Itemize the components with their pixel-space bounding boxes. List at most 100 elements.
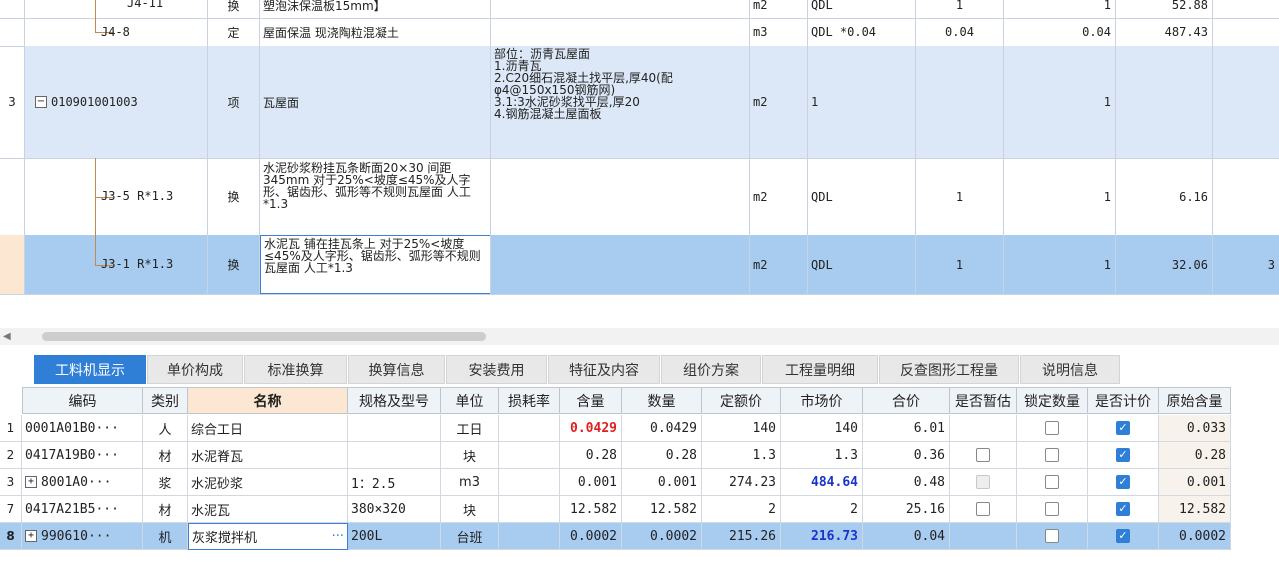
- tab-pricing-scheme[interactable]: 组价方案: [661, 355, 761, 384]
- est-cell[interactable]: [950, 469, 1017, 496]
- col-quantity[interactable]: 数量: [622, 387, 702, 414]
- table-row-selected[interactable]: J3-1 R*1.3 换 水泥瓦 铺在挂瓦条上 对于25%<坡度≤45%及人字形…: [0, 235, 1279, 295]
- horizontal-scrollbar[interactable]: ◀: [0, 328, 1279, 345]
- priced-cell[interactable]: ✓: [1088, 469, 1159, 496]
- spec-cell[interactable]: [348, 442, 441, 469]
- code-cell[interactable]: J4-8: [25, 18, 208, 46]
- spec-cell[interactable]: 1：2.5: [348, 469, 441, 496]
- lock-cell[interactable]: [1017, 523, 1088, 550]
- lock-checkbox[interactable]: [1045, 448, 1059, 462]
- expr-cell[interactable]: QDL *0.04: [808, 18, 916, 46]
- name-cell[interactable]: 屋面保温 现浇陶粒混凝土: [260, 18, 491, 46]
- name-cell[interactable]: 水泥砂浆: [188, 469, 348, 496]
- market-cell[interactable]: 2: [781, 496, 863, 523]
- name-cell[interactable]: 水泥脊瓦: [188, 442, 348, 469]
- table-row[interactable]: J3-5 R*1.3 换 水泥砂浆粉挂瓦条断面20×30 间距345mm 对于2…: [0, 158, 1279, 236]
- col-original-content[interactable]: 原始含量: [1159, 387, 1231, 414]
- name-cell[interactable]: 瓦屋面: [260, 46, 491, 158]
- col-lock-qty[interactable]: 锁定数量: [1017, 387, 1088, 414]
- col-content[interactable]: 含量: [560, 387, 622, 414]
- col-category[interactable]: 类别: [143, 387, 188, 414]
- est-cell[interactable]: [950, 496, 1017, 523]
- tab-standard-conversion[interactable]: 标准换算: [244, 355, 347, 384]
- col-name[interactable]: 名称: [188, 387, 348, 414]
- col-spec[interactable]: 规格及型号: [348, 387, 441, 414]
- market-cell[interactable]: 216.73: [781, 523, 863, 550]
- market-cell[interactable]: 484.64: [781, 469, 863, 496]
- col-quota-price[interactable]: 定额价: [702, 387, 781, 414]
- table-row-selected[interactable]: +990610··· 机 灰浆搅拌机 ··· 200L 台班 0.0002 0.0002 215…: [22, 523, 1231, 550]
- code-cell[interactable]: J3-1 R*1.3: [25, 235, 208, 294]
- col-priced[interactable]: 是否计价: [1088, 387, 1159, 414]
- table-row[interactable]: +8001A0··· 浆 水泥砂浆 1：2.5 m3 0.001 0.001 274.23 48…: [22, 469, 1231, 496]
- scroll-left-icon[interactable]: ◀: [3, 331, 11, 342]
- priced-cell[interactable]: ✓: [1088, 415, 1159, 442]
- lock-cell[interactable]: [1017, 415, 1088, 442]
- lock-checkbox[interactable]: [1045, 421, 1059, 435]
- table-row[interactable]: 0001A01B0··· 人 综合工日 工日 0.0429 0.0429 140 140 6.0…: [22, 415, 1231, 442]
- name-cell[interactable]: 塑泡沫保温板15mm】: [260, 0, 491, 18]
- table-row[interactable]: 3 − 010901001003 项 瓦屋面 部位：沥青瓦屋面 1.沥青瓦 2.…: [0, 46, 1279, 159]
- desc-cell[interactable]: [491, 0, 750, 18]
- col-market-price[interactable]: 市场价: [781, 387, 863, 414]
- tab-conversion-info[interactable]: 换算信息: [348, 355, 445, 384]
- table-row[interactable]: 0417A21B5··· 材 水泥瓦 380×320 块 12.582 12.582 2 2 25…: [22, 496, 1231, 523]
- est-cell[interactable]: [950, 523, 1017, 550]
- content-cell[interactable]: 0.28: [560, 442, 622, 469]
- priced-checkbox[interactable]: ✓: [1116, 502, 1130, 516]
- desc-cell[interactable]: [491, 158, 750, 235]
- expr-cell[interactable]: QDL: [808, 158, 916, 235]
- name-editor[interactable]: 水泥瓦 铺在挂瓦条上 对于25%<坡度≤45%及人字形、锯齿形、弧形等不规则瓦屋…: [260, 235, 490, 294]
- col-unit[interactable]: 单位: [441, 387, 499, 414]
- tab-quantity-detail[interactable]: 工程量明细: [762, 355, 878, 384]
- col-loss-rate[interactable]: 损耗率: [499, 387, 560, 414]
- expr-cell[interactable]: QDL: [808, 235, 916, 294]
- tab-unit-price[interactable]: 单价构成: [147, 355, 243, 384]
- spec-cell[interactable]: 380×320: [348, 496, 441, 523]
- lock-checkbox[interactable]: [1045, 502, 1059, 516]
- priced-cell[interactable]: ✓: [1088, 442, 1159, 469]
- lock-checkbox[interactable]: [1045, 529, 1059, 543]
- content-cell[interactable]: 12.582: [560, 496, 622, 523]
- expand-icon[interactable]: +: [25, 530, 37, 542]
- desc-cell[interactable]: [491, 18, 750, 46]
- col-total[interactable]: 合价: [863, 387, 950, 414]
- tab-features[interactable]: 特征及内容: [548, 355, 660, 384]
- priced-checkbox[interactable]: ✓: [1116, 448, 1130, 462]
- priced-checkbox[interactable]: ✓: [1116, 475, 1130, 489]
- priced-checkbox[interactable]: ✓: [1116, 529, 1130, 543]
- priced-cell[interactable]: ✓: [1088, 523, 1159, 550]
- tab-reverse-check[interactable]: 反查图形工程量: [879, 355, 1019, 384]
- desc-cell[interactable]: [491, 235, 750, 294]
- expr-cell[interactable]: QDL: [808, 0, 916, 18]
- priced-checkbox[interactable]: ✓: [1116, 421, 1130, 435]
- expand-icon[interactable]: +: [25, 476, 37, 488]
- scrollbar-thumb[interactable]: [42, 332, 486, 341]
- name-cell[interactable]: 水泥瓦 铺在挂瓦条上 对于25%<坡度≤45%及人字形、锯齿形、弧形等不规则瓦屋…: [260, 235, 491, 294]
- name-cell[interactable]: 水泥砂浆粉挂瓦条断面20×30 间距345mm 对于25%<坡度≤45%及人字形…: [260, 158, 491, 235]
- col-estimate[interactable]: 是否暂估: [950, 387, 1017, 414]
- est-cell[interactable]: [950, 415, 1017, 442]
- spec-cell[interactable]: 200L: [348, 523, 441, 550]
- desc-cell[interactable]: 部位：沥青瓦屋面 1.沥青瓦 2.C20细石混凝土找平层,厚40(配 φ4@15…: [491, 46, 750, 158]
- lock-checkbox[interactable]: [1045, 475, 1059, 489]
- table-row[interactable]: J4-8 定 屋面保温 现浇陶粒混凝土 m3 QDL *0.04 0.04 0.…: [0, 18, 1279, 47]
- table-row[interactable]: 0417A19B0··· 材 水泥脊瓦 块 0.28 0.28 1.3 1.3 0.36 ✓ 0.2…: [22, 442, 1231, 469]
- tab-labor-material-machine[interactable]: 工料机显示: [34, 355, 146, 384]
- name-cell[interactable]: 综合工日: [188, 415, 348, 442]
- spec-cell[interactable]: [348, 415, 441, 442]
- collapse-icon[interactable]: −: [35, 96, 47, 108]
- content-cell[interactable]: 0.001: [560, 469, 622, 496]
- estimate-checkbox[interactable]: [976, 448, 990, 462]
- content-cell[interactable]: 0.0002: [560, 523, 622, 550]
- priced-cell[interactable]: ✓: [1088, 496, 1159, 523]
- expr-cell[interactable]: 1: [808, 46, 916, 158]
- estimate-checkbox[interactable]: [976, 502, 990, 516]
- lock-cell[interactable]: [1017, 469, 1088, 496]
- code-cell[interactable]: J4-11: [25, 0, 208, 18]
- table-row[interactable]: J4-11 换 塑泡沫保温板15mm】 m2 QDL 1 1 52.88: [0, 0, 1279, 19]
- col-code[interactable]: 编码: [22, 387, 143, 414]
- code-cell[interactable]: J3-5 R*1.3: [25, 158, 208, 235]
- est-cell[interactable]: [950, 442, 1017, 469]
- tab-installation-fee[interactable]: 安装费用: [446, 355, 547, 384]
